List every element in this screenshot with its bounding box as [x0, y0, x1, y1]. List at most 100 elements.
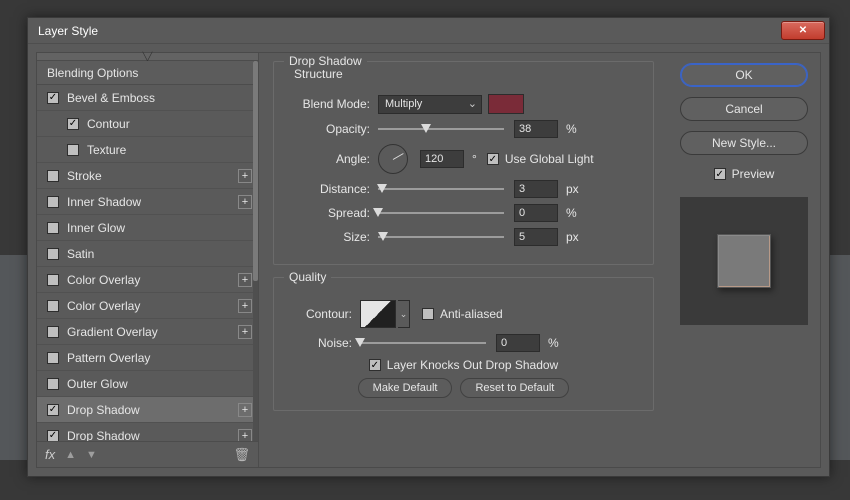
- noise-label: Noise:: [286, 336, 352, 350]
- spread-slider[interactable]: [378, 206, 504, 220]
- angle-input[interactable]: 120: [420, 150, 464, 168]
- effect-checkbox[interactable]: [47, 326, 59, 338]
- blending-options-header[interactable]: Blending Options: [37, 61, 258, 85]
- size-input[interactable]: 5: [514, 228, 558, 246]
- effect-row-pattern-overlay[interactable]: Pattern Overlay: [37, 345, 258, 371]
- angle-dial[interactable]: [378, 144, 408, 174]
- effect-row-contour[interactable]: Contour: [37, 111, 258, 137]
- fx-menu-icon[interactable]: fx: [45, 447, 55, 462]
- effect-checkbox[interactable]: [47, 378, 59, 390]
- add-effect-icon[interactable]: +: [238, 403, 252, 417]
- effect-row-stroke[interactable]: Stroke+: [37, 163, 258, 189]
- use-global-light-checkbox[interactable]: [487, 153, 499, 165]
- contour-label: Contour:: [286, 307, 352, 321]
- effect-label: Contour: [87, 117, 252, 131]
- effect-label: Gradient Overlay: [67, 325, 238, 339]
- preview-checkbox[interactable]: [714, 168, 726, 180]
- effect-row-color-overlay[interactable]: Color Overlay+: [37, 267, 258, 293]
- effect-row-texture[interactable]: Texture: [37, 137, 258, 163]
- section-title: Drop Shadow: [284, 54, 367, 68]
- effect-row-satin[interactable]: Satin: [37, 241, 258, 267]
- blend-mode-select[interactable]: Multiply: [378, 95, 482, 114]
- effect-row-bevel-emboss[interactable]: Bevel & Emboss: [37, 85, 258, 111]
- trash-icon[interactable]: 🗑: [233, 447, 250, 463]
- contour-picker[interactable]: [360, 300, 396, 328]
- add-effect-icon[interactable]: +: [238, 299, 252, 313]
- angle-label: Angle:: [286, 152, 370, 166]
- noise-input[interactable]: 0: [496, 334, 540, 352]
- add-effect-icon[interactable]: +: [238, 273, 252, 287]
- add-effect-icon[interactable]: +: [238, 429, 252, 442]
- effect-label: Stroke: [67, 169, 238, 183]
- new-style-button[interactable]: New Style...: [680, 131, 808, 155]
- scroll-up-arrow[interactable]: ╲╱: [37, 53, 258, 61]
- size-slider[interactable]: [378, 230, 504, 244]
- reset-default-button[interactable]: Reset to Default: [460, 378, 569, 398]
- effect-label: Color Overlay: [67, 273, 238, 287]
- effect-checkbox[interactable]: [47, 430, 59, 442]
- size-label: Size:: [286, 230, 370, 244]
- spread-label: Spread:: [286, 206, 370, 220]
- settings-panel: Drop Shadow Structure Blend Mode: Multip…: [259, 53, 668, 467]
- effect-row-inner-glow[interactable]: Inner Glow: [37, 215, 258, 241]
- add-effect-icon[interactable]: +: [238, 169, 252, 183]
- effect-label: Pattern Overlay: [67, 351, 252, 365]
- spread-input[interactable]: 0: [514, 204, 558, 222]
- move-down-icon[interactable]: ▼: [86, 449, 97, 461]
- effect-label: Satin: [67, 247, 252, 261]
- dialog-title: Layer Style: [38, 24, 781, 38]
- effect-checkbox[interactable]: [47, 248, 59, 260]
- effect-checkbox[interactable]: [47, 196, 59, 208]
- effect-label: Drop Shadow: [67, 403, 238, 417]
- opacity-label: Opacity:: [286, 122, 370, 136]
- preview-label: Preview: [732, 167, 775, 181]
- add-effect-icon[interactable]: +: [238, 195, 252, 209]
- close-button[interactable]: ✕: [781, 21, 825, 40]
- quality-title: Quality: [284, 270, 331, 284]
- effect-checkbox[interactable]: [67, 144, 79, 156]
- effects-footer: fx ▲ ▼ 🗑: [37, 441, 258, 467]
- shadow-color-swatch[interactable]: [488, 94, 524, 114]
- quality-group: Quality Contour: ⌄ Anti-aliased Noise: 0…: [273, 277, 654, 411]
- anti-aliased-checkbox[interactable]: [422, 308, 434, 320]
- effect-row-drop-shadow[interactable]: Drop Shadow+: [37, 423, 258, 441]
- ok-button[interactable]: OK: [680, 63, 808, 87]
- effects-list: Bevel & EmbossContourTextureStroke+Inner…: [37, 85, 258, 441]
- effect-row-inner-shadow[interactable]: Inner Shadow+: [37, 189, 258, 215]
- effect-row-drop-shadow[interactable]: Drop Shadow+: [37, 397, 258, 423]
- effect-checkbox[interactable]: [47, 352, 59, 364]
- effect-checkbox[interactable]: [47, 274, 59, 286]
- close-icon: ✕: [799, 25, 807, 36]
- noise-slider[interactable]: [360, 336, 486, 350]
- effect-checkbox[interactable]: [47, 404, 59, 416]
- effect-label: Bevel & Emboss: [67, 91, 252, 105]
- effects-sidebar: ╲╱ Blending Options Bevel & Emboss Contou…: [37, 53, 259, 467]
- effect-checkbox[interactable]: [47, 300, 59, 312]
- distance-input[interactable]: 3: [514, 180, 558, 198]
- effect-checkbox[interactable]: [47, 222, 59, 234]
- effect-checkbox[interactable]: [67, 118, 79, 130]
- titlebar[interactable]: Layer Style ✕: [28, 18, 829, 44]
- distance-slider[interactable]: [378, 182, 504, 196]
- effect-label: Inner Glow: [67, 221, 252, 235]
- effect-label: Texture: [87, 143, 252, 157]
- effect-row-gradient-overlay[interactable]: Gradient Overlay+: [37, 319, 258, 345]
- effect-checkbox[interactable]: [47, 92, 59, 104]
- effect-row-outer-glow[interactable]: Outer Glow: [37, 371, 258, 397]
- distance-label: Distance:: [286, 182, 370, 196]
- opacity-input[interactable]: 38: [514, 120, 558, 138]
- knockout-label: Layer Knocks Out Drop Shadow: [387, 358, 558, 372]
- effect-label: Color Overlay: [67, 299, 238, 313]
- add-effect-icon[interactable]: +: [238, 325, 252, 339]
- move-up-icon[interactable]: ▲: [65, 449, 76, 461]
- contour-dropdown[interactable]: ⌄: [398, 300, 410, 328]
- cancel-button[interactable]: Cancel: [680, 97, 808, 121]
- knockout-checkbox[interactable]: [369, 359, 381, 371]
- effect-label: Outer Glow: [67, 377, 252, 391]
- effect-row-color-overlay[interactable]: Color Overlay+: [37, 293, 258, 319]
- scrollbar-thumb[interactable]: [253, 61, 258, 281]
- make-default-button[interactable]: Make Default: [358, 378, 453, 398]
- opacity-slider[interactable]: [378, 122, 504, 136]
- effect-label: Inner Shadow: [67, 195, 238, 209]
- effect-checkbox[interactable]: [47, 170, 59, 182]
